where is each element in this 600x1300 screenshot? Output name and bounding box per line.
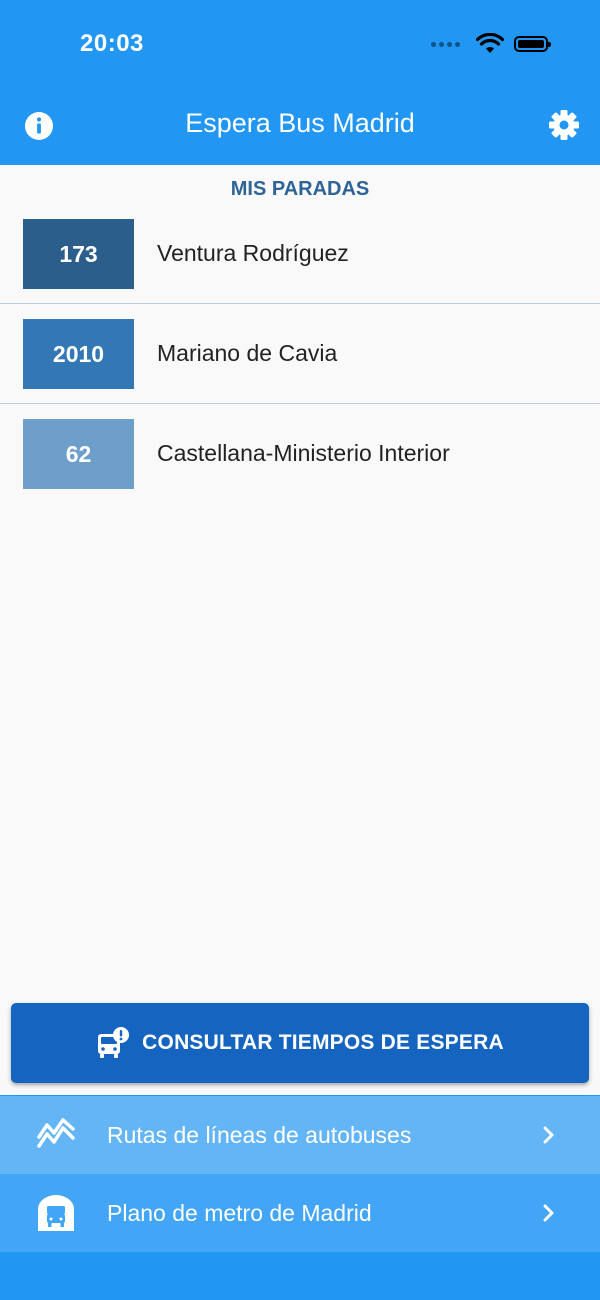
settings-button[interactable] — [548, 109, 580, 141]
battery-icon — [514, 36, 551, 52]
status-time: 20:03 — [80, 30, 144, 57]
nav-item-bus-routes[interactable]: Rutas de líneas de autobuses — [0, 1096, 600, 1174]
stop-number-badge: 173 — [23, 219, 134, 289]
stop-name: Castellana-Ministerio Interior — [157, 440, 450, 466]
wifi-icon — [476, 33, 504, 53]
stop-number-badge: 62 — [23, 419, 134, 489]
gear-icon — [549, 110, 579, 140]
nav-label-routes: Rutas de líneas de autobuses — [107, 1121, 412, 1148]
app-title: Espera Bus Madrid — [185, 108, 415, 138]
bus-alert-icon — [98, 1027, 130, 1058]
cellular-signal-icon — [431, 41, 460, 47]
stop-row[interactable]: 2010 Mariano de Cavia — [0, 304, 600, 404]
nav-label-metro: Plano de metro de Madrid — [107, 1199, 372, 1226]
chevron-right-icon — [543, 1204, 554, 1222]
consult-button-label: CONSULTAR TIEMPOS DE ESPERA — [142, 1031, 504, 1054]
stop-name: Mariano de Cavia — [157, 340, 338, 366]
stop-row[interactable]: 173 Ventura Rodríguez — [0, 204, 600, 304]
consult-wait-times-button[interactable]: CONSULTAR TIEMPOS DE ESPERA — [11, 1003, 589, 1083]
chevron-right-icon — [543, 1126, 554, 1144]
status-icons — [431, 33, 551, 55]
metro-icon — [38, 1195, 74, 1231]
stop-number-badge: 2010 — [23, 319, 134, 389]
routes-icon — [37, 1118, 75, 1148]
stops-list: 173 Ventura Rodríguez 2010 Mariano de Ca… — [0, 204, 600, 504]
stop-name: Ventura Rodríguez — [157, 240, 349, 266]
nav-item-metro-map[interactable]: Plano de metro de Madrid — [0, 1174, 600, 1252]
app-header: 20:03 Espera Bus Madrid — [0, 0, 600, 165]
section-title-mis-paradas: MIS PARADAS — [230, 178, 370, 200]
stop-row[interactable]: 62 Castellana-Ministerio Interior — [0, 404, 600, 504]
